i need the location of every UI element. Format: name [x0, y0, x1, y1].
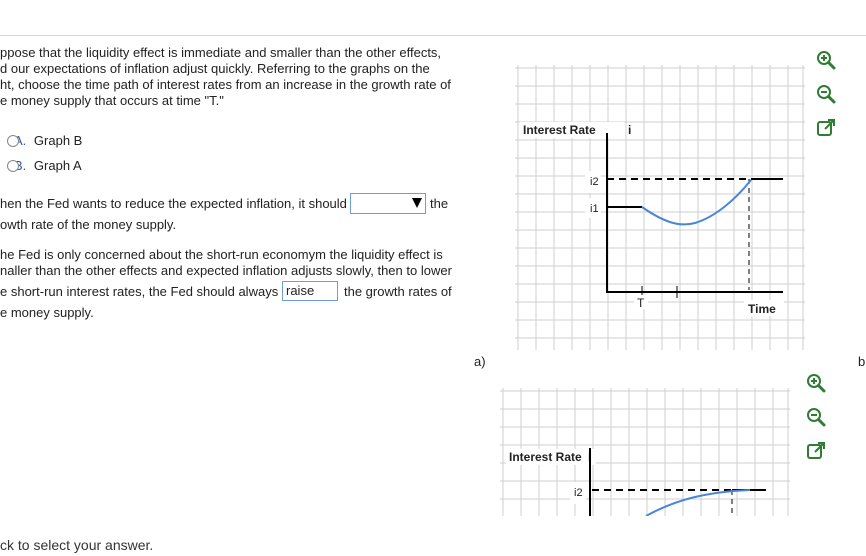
footer-instruction: ck to select your answer.	[0, 537, 154, 553]
graph-b-curve	[645, 489, 751, 516]
option-a-label: Graph B	[33, 133, 83, 148]
option-a[interactable]: A. Graph B	[7, 133, 83, 148]
graph-a-t-label: T	[637, 296, 645, 310]
fed-question-line-2: owth rate of the money supply.	[0, 217, 177, 232]
graph-b-label: b	[858, 354, 866, 369]
graph-a-i2-label: i2	[590, 176, 599, 188]
external-link-icon[interactable]	[816, 118, 836, 138]
zoom-out-icon[interactable]	[806, 407, 826, 427]
graph-a-ylabel: Interest Rate	[523, 123, 596, 137]
graph-a-yvar: i	[628, 123, 631, 137]
fed-action-dropdown[interactable]	[350, 193, 426, 214]
dropdown-arrow-icon[interactable]	[412, 198, 422, 208]
top-divider	[0, 35, 866, 36]
zoom-in-icon[interactable]	[806, 373, 826, 393]
option-b-label: Graph A	[33, 158, 82, 173]
graph-a-label: a)	[474, 354, 486, 369]
liquidity-line-3: e short-run interest rates, the Fed shou…	[0, 284, 279, 299]
graph-a: Interest Rate i i2 i1 T Time	[515, 65, 805, 350]
fed-question-text: hen the Fed wants to reduce the expected…	[0, 196, 347, 211]
question-line-2: d our expectations of inflation adjust q…	[0, 61, 430, 76]
zoom-in-icon[interactable]	[816, 50, 836, 70]
graph-b-i2-label: i2	[574, 487, 583, 499]
question-line-4: e money supply that occurs at time "T."	[0, 93, 224, 108]
fed-question-after: the	[430, 196, 449, 211]
liquidity-line-3-after: the growth rates of	[344, 284, 452, 299]
graph-a-i1-label: i1	[590, 203, 599, 215]
liquidity-line-1: he Fed is only concerned about the short…	[0, 247, 443, 262]
external-link-icon[interactable]	[806, 441, 826, 461]
question-line-1: ppose that the liquidity effect is immed…	[0, 45, 442, 60]
liquidity-line-2: naller than the other effects and expect…	[0, 263, 452, 278]
graph-a-curve	[641, 179, 752, 226]
option-b[interactable]: B. Graph A	[7, 158, 82, 173]
graph-b-ylabel: Interest Rate	[509, 450, 582, 464]
option-b-radio[interactable]	[7, 160, 19, 172]
liquidity-line-4: e money supply.	[0, 305, 94, 320]
option-a-radio[interactable]	[7, 135, 19, 147]
question-line-3: ht, choose the time path of interest rat…	[0, 77, 451, 92]
graph-b: Interest Rate i i2	[500, 388, 790, 516]
zoom-out-icon[interactable]	[816, 84, 836, 104]
graph-a-xlabel: Time	[748, 302, 776, 316]
selected-answer-box[interactable]: raise	[282, 281, 338, 301]
